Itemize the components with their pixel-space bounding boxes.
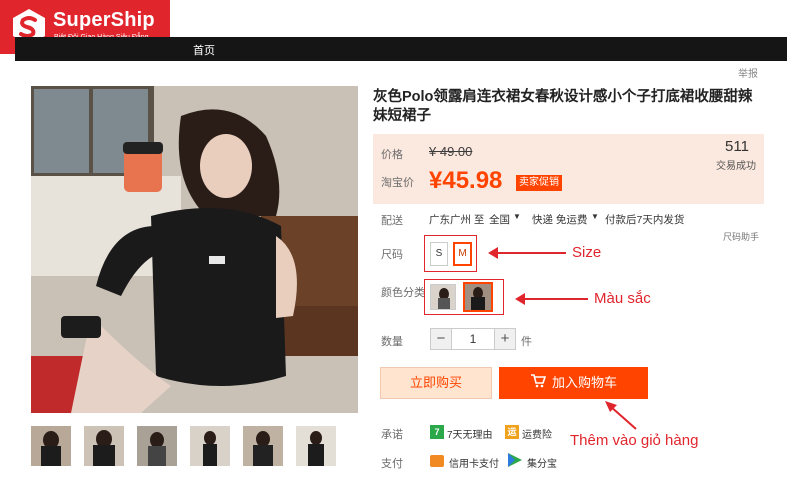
size-option-m[interactable]: M — [453, 242, 472, 266]
sales-count: 511 — [725, 138, 749, 155]
return-badge-icon: 7 — [430, 425, 444, 439]
quantity-increase-button[interactable]: + — [494, 328, 516, 350]
shipping-destination[interactable]: 全国 — [489, 212, 510, 227]
shipping-from: 广东广州 至 — [429, 214, 485, 226]
payment-label: 支付 — [381, 458, 403, 470]
add-to-cart-label: 加入购物车 — [551, 375, 617, 390]
color-arrow-icon — [515, 293, 588, 305]
thumbnail-4[interactable] — [190, 426, 230, 466]
shipping-express[interactable]: 快递 免运费 — [532, 212, 587, 227]
promo-badge: 卖家促销 — [516, 175, 562, 191]
size-arrow-icon — [488, 247, 566, 259]
sales-label: 交易成功 — [716, 161, 756, 172]
price-label: 价格 — [381, 149, 403, 161]
top-nav-bar — [15, 37, 787, 61]
original-price: ¥ 49.00 — [429, 144, 473, 159]
shipping-label: 配送 — [381, 215, 403, 227]
add-to-cart-annotation: Thêm vào giỏ hàng — [570, 432, 699, 449]
color-annotation: Màu sắc — [594, 290, 651, 307]
dispatch-time: 付款后7天内发货 — [605, 214, 685, 226]
nav-home-link[interactable]: 首页 — [193, 42, 215, 58]
add-to-cart-button[interactable]: 加入购物车 — [499, 367, 648, 399]
promise-label: 承诺 — [381, 429, 403, 441]
product-title: 灰色Polo领露肩连衣裙女春秋设计感小个子打底裙收腰甜辣妹短裙子 — [373, 89, 753, 124]
size-label: 尺码 — [381, 249, 403, 261]
cart-arrow-icon — [605, 401, 637, 430]
destination-dropdown-icon[interactable]: ▼ — [513, 212, 521, 221]
insurance-badge-icon: 运 — [505, 425, 519, 439]
jifenbao-payment: 集分宝 — [527, 459, 557, 470]
quantity-decrease-button[interactable]: − — [430, 328, 452, 350]
quantity-unit: 件 — [521, 336, 532, 348]
shipping-insurance: 运费险 — [522, 430, 552, 441]
return-policy: 7天无理由 — [447, 430, 493, 441]
cart-icon — [530, 368, 547, 400]
thumbnail-1[interactable] — [31, 426, 71, 466]
quantity-label: 数量 — [381, 336, 403, 348]
thumbnail-strip — [31, 426, 358, 468]
thumbnail-3[interactable] — [137, 426, 177, 466]
product-main-image[interactable] — [31, 86, 358, 413]
taobao-price-label: 淘宝价 — [381, 177, 414, 189]
brand-name: SuperShip — [53, 9, 155, 31]
thumbnail-2[interactable] — [84, 426, 124, 466]
color-label: 颜色分类 — [381, 287, 425, 299]
size-annotation: Size — [572, 244, 602, 261]
credit-card-payment: 信用卡支付 — [449, 459, 499, 470]
sale-price: ¥45.98 — [429, 167, 503, 194]
jifenbao-icon — [508, 453, 522, 467]
buy-now-button[interactable]: 立即购买 — [380, 367, 492, 399]
color-option-grey[interactable] — [430, 284, 456, 310]
thumbnail-5[interactable] — [243, 426, 283, 466]
express-dropdown-icon[interactable]: ▼ — [591, 212, 599, 221]
color-option-black[interactable] — [463, 282, 493, 312]
size-helper-link[interactable]: 尺码助手 — [723, 230, 759, 243]
size-option-s[interactable]: S — [430, 242, 448, 266]
credit-card-icon — [430, 455, 444, 467]
report-link[interactable]: 举报 — [738, 65, 758, 80]
quantity-input[interactable]: 1 — [452, 328, 494, 350]
thumbnail-6[interactable] — [296, 426, 336, 466]
